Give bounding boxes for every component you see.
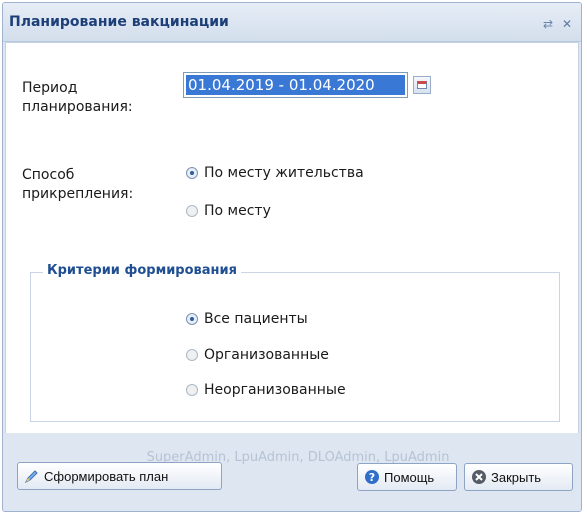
criteria-option-label: Организованные <box>204 347 329 363</box>
radio-unselected-icon[interactable] <box>186 349 198 361</box>
form-plan-button[interactable]: Сформировать план <box>17 462 222 490</box>
attach-option-label: По месту <box>204 203 271 219</box>
close-button[interactable]: Закрыть <box>464 463 573 491</box>
criteria-option-organized[interactable]: Организованные <box>186 347 329 363</box>
help-label: Помощь <box>384 469 435 485</box>
radio-unselected-icon[interactable] <box>186 205 198 217</box>
close-icon[interactable]: ✕ <box>559 16 575 32</box>
attach-label: Способ прикрепления: <box>22 167 134 202</box>
dialog-title: Планирование вакцинации <box>9 14 229 30</box>
criteria-option-label: Неорганизованные <box>204 382 346 398</box>
radio-selected-icon[interactable] <box>186 167 198 179</box>
radio-selected-icon[interactable] <box>186 313 198 325</box>
attach-option-label: По месту жительства <box>204 165 364 181</box>
dialog-footer: SuperAdmin, LpuAdmin, DLOAdmin, LpuAdmin… <box>3 433 581 511</box>
help-icon: ? <box>365 470 379 484</box>
period-input[interactable]: 01.04.2019 - 01.04.2020 <box>183 72 408 98</box>
criteria-option-all[interactable]: Все пациенты <box>186 311 308 327</box>
dialog-titlebar: Планирование вакцинации ⇄ ✕ <box>3 3 581 42</box>
dialog-body: Период планирования: 01.04.2019 - 01.04.… <box>5 42 579 434</box>
help-button[interactable]: ? Помощь <box>357 463 457 491</box>
planning-dialog: Планирование вакцинации ⇄ ✕ Период плани… <box>2 2 582 512</box>
pin-icon[interactable]: ⇄ <box>540 16 556 32</box>
calendar-icon[interactable] <box>413 76 431 94</box>
criteria-option-unorganized[interactable]: Неорганизованные <box>186 382 346 398</box>
svg-text:?: ? <box>369 471 375 484</box>
attach-option-place[interactable]: По месту <box>186 203 271 219</box>
criteria-legend: Критерии формирования <box>43 263 241 278</box>
radio-unselected-icon[interactable] <box>186 384 198 396</box>
close-label: Закрыть <box>491 469 542 485</box>
close-circle-icon <box>472 470 486 484</box>
criteria-option-label: Все пациенты <box>204 311 308 327</box>
period-value[interactable]: 01.04.2019 - 01.04.2020 <box>186 75 405 95</box>
period-label: Период планирования: <box>22 80 133 115</box>
pencil-icon <box>24 470 38 484</box>
attach-option-residence[interactable]: По месту жительства <box>186 165 364 181</box>
form-plan-label: Сформировать план <box>44 468 169 484</box>
